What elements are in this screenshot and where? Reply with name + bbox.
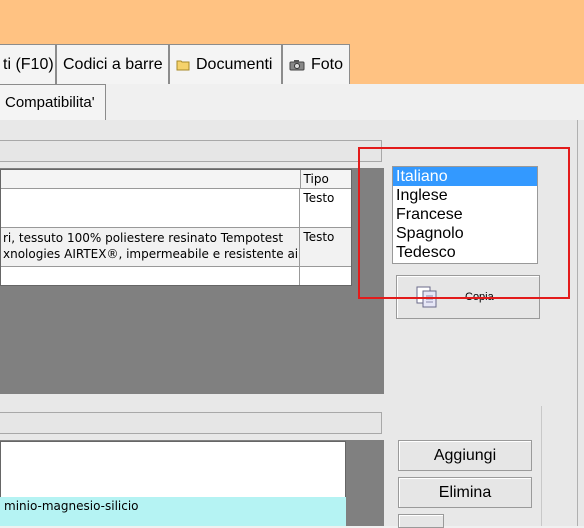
tab-label: Foto [311, 55, 344, 73]
group-header-bottom [0, 412, 382, 434]
divider [541, 406, 542, 526]
tab-label: Codici a barre [63, 55, 163, 73]
folder-icon [176, 59, 190, 71]
grid-header-description [1, 170, 301, 188]
tab-compatibilita[interactable]: Compatibilita' [0, 84, 106, 120]
tab-codici-a-barre[interactable]: Codici a barre [56, 44, 169, 84]
tab-partial-f10[interactable]: ti (F10) [0, 44, 56, 84]
grid-cell-tipo [300, 267, 351, 285]
cell-line: xnologies AIRTEX®, impermeabile e resist… [3, 247, 301, 261]
table-row[interactable]: Testo [1, 189, 351, 228]
tab-foto[interactable]: Foto [282, 44, 350, 84]
table-row[interactable]: ri, tessuto 100% poliestere resinato Tem… [1, 228, 351, 267]
tab-label: Documenti [196, 55, 273, 73]
grid-header-tipo: Tipo [303, 172, 329, 186]
grid-header: Tipo [1, 170, 351, 189]
description-grid[interactable]: Tipo Testo ri, tessuto 100% poliestere r… [0, 169, 352, 286]
add-button[interactable]: Aggiungi [398, 440, 532, 471]
add-button-label: Aggiungi [433, 446, 497, 464]
delete-button[interactable]: Elimina [398, 477, 532, 508]
cell-line: ri, tessuto 100% poliestere resinato Tem… [3, 231, 284, 245]
camera-icon [289, 59, 305, 71]
grid-cell-tipo: Testo [303, 191, 335, 205]
grid-cell-description [1, 189, 301, 227]
tab-documenti[interactable]: Documenti [169, 44, 282, 84]
delete-button-label: Elimina [438, 483, 492, 501]
tab-label: ti (F10) [3, 55, 54, 73]
tab-label: Compatibilita' [5, 94, 95, 111]
grid-cell-description: ri, tessuto 100% poliestere resinato Tem… [1, 228, 301, 266]
grid-cell-description [1, 267, 301, 285]
highlight-box [358, 147, 570, 299]
group-header-top [0, 140, 382, 162]
lower-row-text: minio-magnesio-silicio [4, 499, 139, 513]
table-row[interactable]: minio-magnesio-silicio [0, 497, 346, 526]
table-row[interactable] [1, 267, 351, 285]
grid-cell-tipo: Testo [303, 230, 335, 244]
